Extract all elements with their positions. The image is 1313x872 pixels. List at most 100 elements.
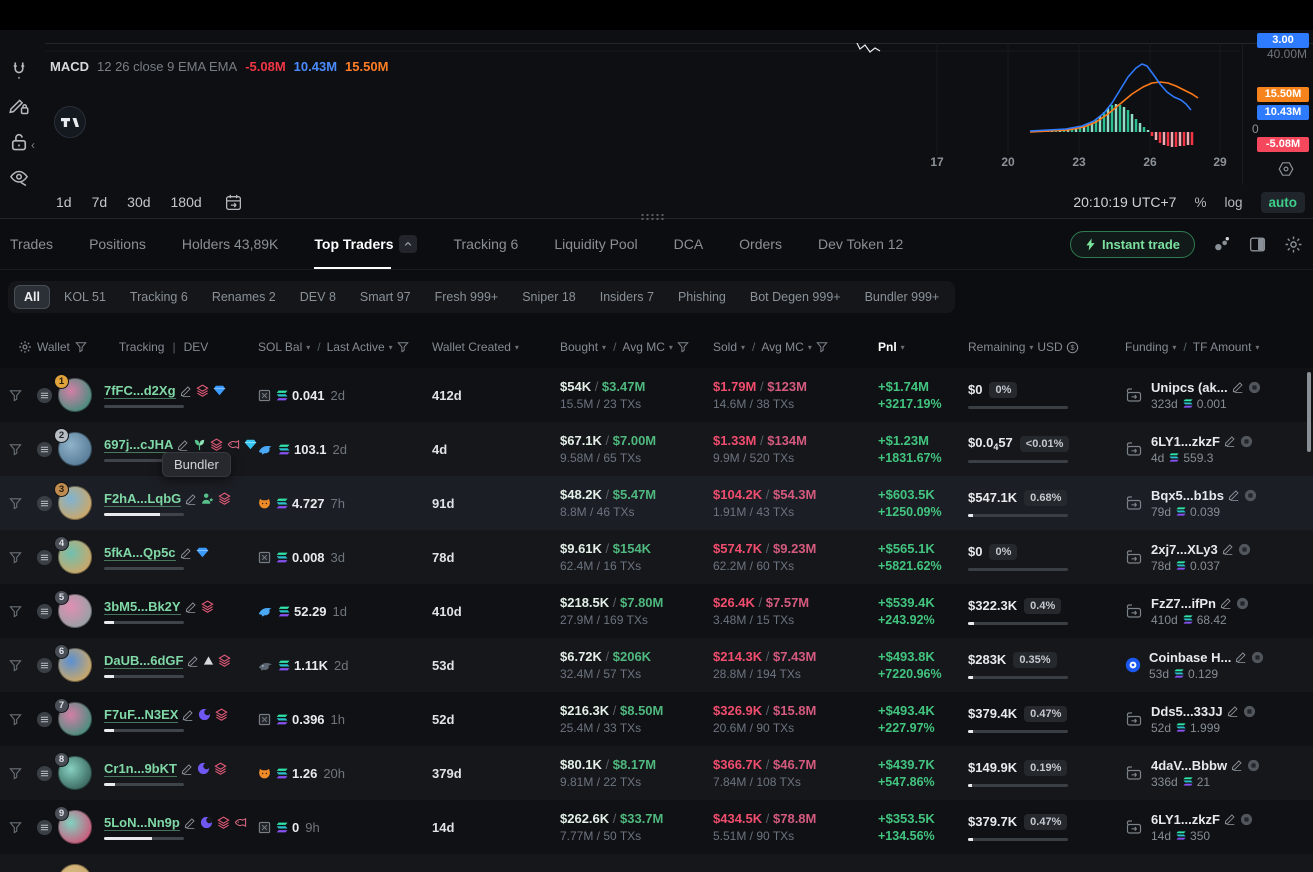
chip-renames-2[interactable]: Renames 2	[202, 285, 286, 309]
wallet-address[interactable]: 5LoN...Nn9p	[104, 815, 180, 831]
funding-name[interactable]: 6LY1...zkzF	[1151, 434, 1220, 449]
toolbar-collapse-icon[interactable]: ‹	[31, 138, 35, 152]
range-7d[interactable]: 7d	[92, 194, 108, 210]
col-dev[interactable]: DEV	[184, 340, 209, 354]
instant-trade-button[interactable]: Instant trade	[1070, 231, 1195, 258]
wallet-address[interactable]: DaUB...6dGF	[104, 653, 183, 669]
chip-tracking-6[interactable]: Tracking 6	[120, 285, 198, 309]
funding-edit-icon[interactable]	[1222, 543, 1234, 555]
funding-name[interactable]: 4daV...Bbbw	[1151, 758, 1227, 773]
lock-open-icon[interactable]	[9, 132, 29, 152]
magnet-icon[interactable]	[9, 60, 29, 80]
funding-name[interactable]: Unipcs (ak...	[1151, 380, 1228, 395]
avatar[interactable]: 4	[58, 540, 92, 574]
range-1d[interactable]: 1d	[56, 194, 72, 210]
funding-edit-icon[interactable]	[1228, 489, 1240, 501]
chip-dev-8[interactable]: DEV 8	[290, 285, 346, 309]
col-bought[interactable]: Bought▾/ Avg MC▾	[560, 340, 713, 354]
wallet-menu-icon[interactable]	[36, 387, 53, 404]
funding-copy-icon[interactable]	[1238, 543, 1251, 556]
pencil-icon[interactable]	[180, 547, 192, 559]
wallet-menu-icon[interactable]	[36, 603, 53, 620]
settings-gear-icon[interactable]	[1284, 235, 1303, 254]
row-filter-icon[interactable]	[9, 389, 22, 402]
wallet-menu-icon[interactable]	[36, 657, 53, 674]
funding-edit-icon[interactable]	[1227, 705, 1239, 717]
funding-name[interactable]: 6LY1...zkzF	[1151, 812, 1220, 827]
row-filter-icon[interactable]	[9, 659, 22, 672]
funding-copy-icon[interactable]	[1240, 813, 1253, 826]
row-filter-icon[interactable]	[9, 551, 22, 564]
tab-orders[interactable]: Orders	[739, 219, 782, 269]
avatar[interactable]: 3	[58, 486, 92, 520]
chip-insiders-7[interactable]: Insiders 7	[590, 285, 664, 309]
row-filter-icon[interactable]	[9, 443, 22, 456]
funding-name[interactable]: Dds5...33JJ	[1151, 704, 1223, 719]
panel-layout-icon[interactable]	[1248, 235, 1267, 254]
funding-copy-icon[interactable]	[1248, 381, 1261, 394]
chip-all[interactable]: All	[14, 285, 50, 309]
funding-name[interactable]: Coinbase H...	[1149, 650, 1231, 665]
col-sol-bal[interactable]: SOL Bal▾/ Last Active▾	[258, 340, 432, 354]
tab-holders-43-89k[interactable]: Holders 43,89K	[182, 219, 279, 269]
pencil-icon[interactable]	[180, 385, 192, 397]
bought-filter-icon[interactable]	[677, 341, 689, 353]
pencil-icon[interactable]	[184, 817, 196, 829]
col-wallet-created[interactable]: Wallet Created▾	[432, 340, 560, 354]
row-filter-icon[interactable]	[9, 767, 22, 780]
range-180d[interactable]: 180d	[171, 194, 202, 210]
scale-settings-icon[interactable]	[1277, 160, 1295, 178]
col-sold[interactable]: Sold▾/ Avg MC▾	[713, 340, 878, 354]
tab-trades[interactable]: Trades	[10, 219, 53, 269]
chip-fresh-999-[interactable]: Fresh 999+	[425, 285, 509, 309]
calendar-range-icon[interactable]	[224, 193, 243, 212]
tab-tracking-6[interactable]: Tracking 6	[453, 219, 518, 269]
funding-edit-icon[interactable]	[1232, 381, 1244, 393]
log-toggle[interactable]: log	[1224, 195, 1242, 210]
funding-copy-icon[interactable]	[1240, 435, 1253, 448]
col-pnl[interactable]: Pnl▾	[878, 340, 968, 354]
wallet-address[interactable]: 7fFC...d2Xg	[104, 383, 176, 399]
chip-bot-degen-999-[interactable]: Bot Degen 999+	[740, 285, 851, 309]
tab-dev-token-12[interactable]: Dev Token 12	[818, 219, 903, 269]
wallet-menu-icon[interactable]	[36, 441, 53, 458]
funding-copy-icon[interactable]	[1236, 597, 1249, 610]
wallet-menu-icon[interactable]	[36, 765, 53, 782]
molecule-icon[interactable]	[1212, 235, 1231, 254]
avatar[interactable]: 8	[58, 756, 92, 790]
draw-lock-icon[interactable]	[9, 96, 29, 116]
funding-edit-icon[interactable]	[1235, 651, 1247, 663]
header-gear-icon[interactable]	[18, 340, 32, 354]
col-wallet[interactable]: Wallet	[37, 340, 70, 354]
pencil-icon[interactable]	[185, 493, 197, 505]
pencil-icon[interactable]	[185, 601, 197, 613]
chip-bundler-999-[interactable]: Bundler 999+	[855, 285, 950, 309]
funding-edit-icon[interactable]	[1220, 597, 1232, 609]
funding-edit-icon[interactable]	[1224, 435, 1236, 447]
col-funding[interactable]: Funding▾/ TF Amount▾	[1125, 340, 1313, 354]
avatar[interactable]: 5	[58, 594, 92, 628]
funding-copy-icon[interactable]	[1247, 759, 1260, 772]
row-filter-icon[interactable]	[9, 497, 22, 510]
avatar[interactable]: 6	[58, 648, 92, 682]
sold-filter-icon[interactable]	[816, 341, 828, 353]
wallet-menu-icon[interactable]	[36, 495, 53, 512]
avatar[interactable]: 9	[58, 810, 92, 844]
wallet-address[interactable]: F7uF...N3EX	[104, 707, 178, 723]
pencil-icon[interactable]	[177, 439, 189, 451]
funding-edit-icon[interactable]	[1231, 759, 1243, 771]
row-filter-icon[interactable]	[9, 713, 22, 726]
chip-smart-97[interactable]: Smart 97	[350, 285, 421, 309]
col-tracking[interactable]: Tracking	[119, 340, 165, 354]
chip-sniper-18[interactable]: Sniper 18	[512, 285, 586, 309]
pencil-icon[interactable]	[181, 763, 193, 775]
wallet-address[interactable]: F2hA...LqbG	[104, 491, 181, 507]
funding-edit-icon[interactable]	[1224, 813, 1236, 825]
funding-name[interactable]: FzZ7...ifPn	[1151, 596, 1216, 611]
scrollbar-thumb[interactable]	[1307, 372, 1311, 452]
wallet-address[interactable]: Cr1n...9bKT	[104, 761, 177, 777]
avatar[interactable]: 2	[58, 432, 92, 466]
active-filter-icon[interactable]	[397, 341, 409, 353]
auto-toggle[interactable]: auto	[1261, 192, 1306, 213]
avatar[interactable]	[58, 864, 92, 872]
